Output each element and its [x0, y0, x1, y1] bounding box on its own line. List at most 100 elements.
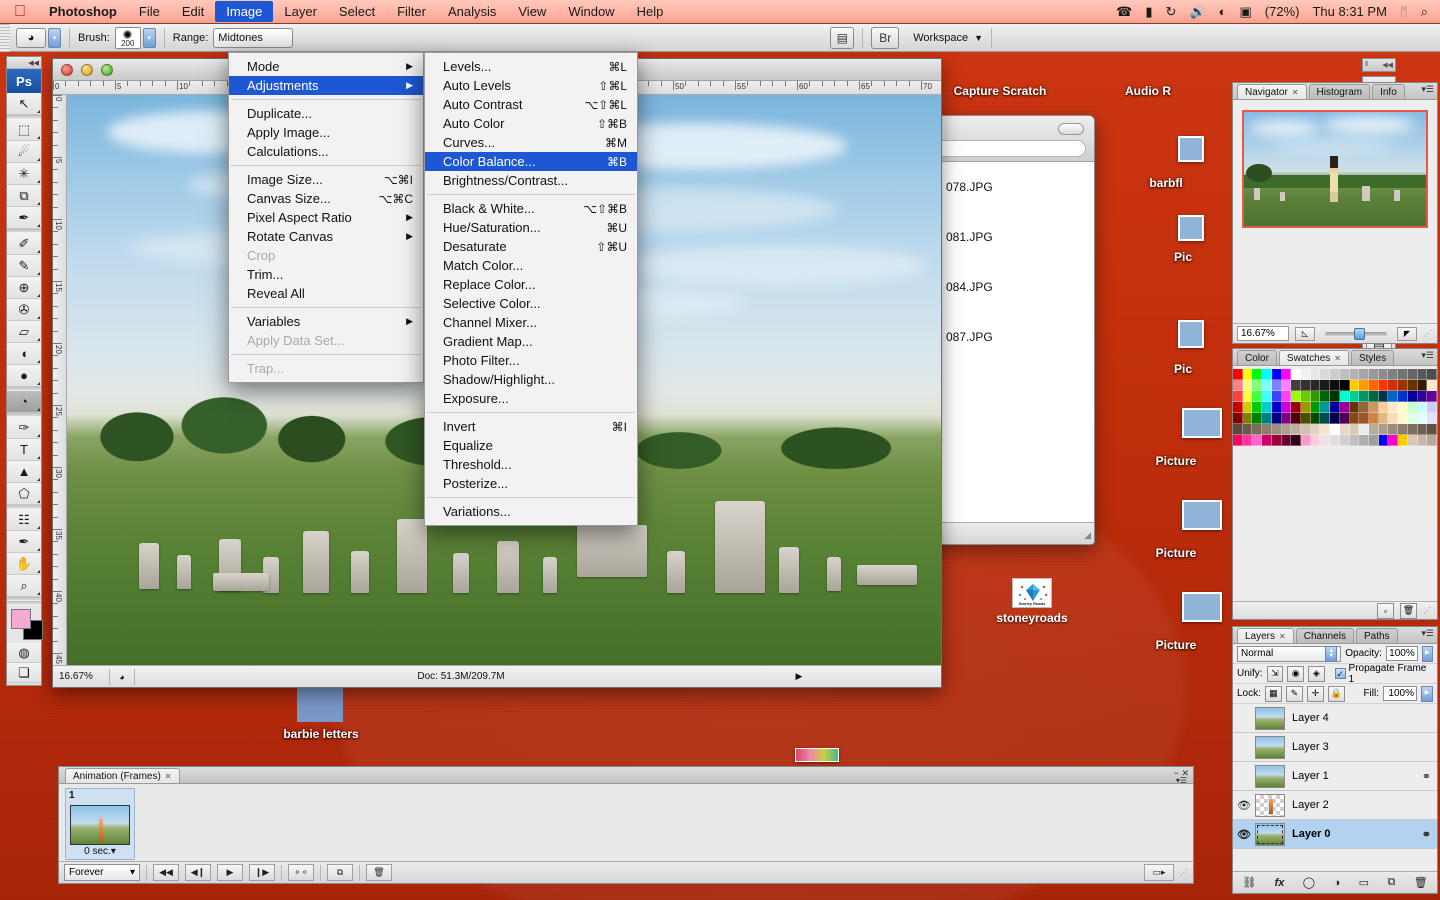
- color-swatch[interactable]: [1378, 391, 1389, 402]
- color-swatch[interactable]: [1320, 380, 1331, 391]
- layers-panel[interactable]: Layers ✕ Channels Paths ▾☰ Normal ▲ ▼ Opa…: [1232, 626, 1438, 894]
- navigator-footer[interactable]: 16.67% ◺ ◤ ⋰: [1233, 323, 1437, 343]
- menubar-item-image[interactable]: Image: [215, 1, 274, 22]
- color-swatch[interactable]: [1271, 402, 1282, 413]
- opacity-stepper[interactable]: ▶: [1421, 645, 1433, 662]
- color-swatch[interactable]: [1398, 402, 1408, 413]
- animation-panel[interactable]: Animation (Frames) ✕ − ✕ ▾☰ 1 0 sec.▾ Fo…: [58, 766, 1194, 884]
- color-swatch[interactable]: [1339, 369, 1350, 380]
- color-swatch[interactable]: [1320, 424, 1331, 435]
- volume-icon[interactable]: 🔊: [1189, 5, 1205, 18]
- dock-collapse-handle[interactable]: ⦀ ◀◀: [1362, 58, 1396, 72]
- color-swatch[interactable]: [1378, 424, 1389, 435]
- color-swatch[interactable]: [1291, 391, 1301, 402]
- color-swatch[interactable]: [1369, 413, 1379, 424]
- color-swatch[interactable]: [1281, 413, 1292, 424]
- color-swatch[interactable]: [1233, 435, 1243, 446]
- color-swatch[interactable]: [1281, 391, 1292, 402]
- color-swatch[interactable]: [1310, 424, 1321, 435]
- phone-icon[interactable]: ☎: [1116, 5, 1132, 18]
- tab-info[interactable]: Info: [1372, 84, 1405, 99]
- color-swatch[interactable]: [1417, 424, 1428, 435]
- new-layer-icon[interactable]: ⧉: [1387, 876, 1395, 889]
- blur-tool-icon[interactable]: ●: [7, 365, 41, 387]
- hand-tool-icon[interactable]: ✋: [7, 553, 41, 575]
- menu-item-variations[interactable]: Variations...: [425, 502, 637, 521]
- menu-item-levels[interactable]: Levels... ⌘L: [425, 57, 637, 76]
- menu-item-calculations[interactable]: Calculations...: [229, 142, 423, 161]
- wifi-icon[interactable]: ◐: [1219, 5, 1227, 18]
- zoom-button[interactable]: [101, 63, 113, 76]
- color-swatch[interactable]: [1262, 391, 1272, 402]
- blend-opacity-row[interactable]: Normal ▲ ▼ Opacity: 100% ▶: [1233, 644, 1437, 664]
- tool-list[interactable]: ↖ ⬚ ☄ ✳ ⧉ ✒ ✐ ✎ ⊕ ✇ ▱ ◖ ● ◔ ✑ T ▲ ⬠ ☷ ✒ ✋ ⌕: [7, 93, 41, 601]
- layer-mask-icon[interactable]: ◯: [1303, 876, 1315, 889]
- menu-item-channel-mixer[interactable]: Channel Mixer...: [425, 313, 637, 332]
- resize-grip-icon[interactable]: ⋰: [1423, 329, 1433, 338]
- animation-footer[interactable]: Forever ▾ ◀◀ ◀❙ ▶ ❙▶ ⚬⚬ ⧉ 🗑 ▭▸ ⋰: [59, 861, 1193, 883]
- menubar-items[interactable]: Photoshop File Edit Image Layer Select Filter A…: [38, 1, 674, 22]
- color-swatch[interactable]: [1291, 435, 1301, 446]
- menu-item-exposure[interactable]: Exposure...: [425, 389, 637, 408]
- color-swatch[interactable]: [1262, 424, 1272, 435]
- color-swatch[interactable]: [1291, 413, 1301, 424]
- paint-bucket-tool-icon[interactable]: ◖: [7, 343, 41, 365]
- color-swatch[interactable]: [1388, 402, 1399, 413]
- fill-stepper[interactable]: ▶: [1421, 685, 1433, 702]
- color-swatch[interactable]: [1310, 369, 1321, 380]
- navigator-thumbnail[interactable]: [1242, 110, 1428, 228]
- menubar-item-layer[interactable]: Layer: [273, 1, 328, 22]
- marquee-tool-icon[interactable]: ⬚: [7, 119, 41, 141]
- navigator-tabs[interactable]: Navigator ✕ Histogram Info ▾☰: [1233, 83, 1437, 100]
- color-swatch[interactable]: [1252, 424, 1263, 435]
- layer-list[interactable]: Layer 4 Layer 3 Layer 1 ⚭ 👁 Layer 2 👁 Layer 0 ⚭: [1233, 704, 1437, 849]
- tab-paths[interactable]: Paths: [1355, 628, 1398, 643]
- options-bar[interactable]: ◕ ▾ Brush: 200 ▾ Range: Midtones Exposur…: [0, 23, 1440, 52]
- menu-item-posterize[interactable]: Posterize...: [425, 474, 637, 493]
- color-swatch[interactable]: [1369, 402, 1379, 413]
- color-swatch[interactable]: [1301, 435, 1311, 446]
- color-swatch[interactable]: [1417, 391, 1428, 402]
- swatches-footer[interactable]: ▫ 🗑 ⋰: [1233, 601, 1437, 619]
- move-tool-icon[interactable]: ↖: [7, 93, 41, 115]
- color-swatch[interactable]: [1301, 424, 1311, 435]
- bridge-icon[interactable]: Br: [871, 26, 900, 49]
- layer-row[interactable]: Layer 3: [1233, 733, 1437, 762]
- color-swatch[interactable]: [1320, 369, 1331, 380]
- unify-position-icon[interactable]: ⇲: [1266, 665, 1284, 682]
- notes-tool-icon[interactable]: ☷: [7, 509, 41, 531]
- menu-item-duplicate[interactable]: Duplicate...: [229, 104, 423, 123]
- close-icon[interactable]: ✕: [1334, 354, 1341, 363]
- unify-visibility-icon[interactable]: ◉: [1287, 665, 1304, 682]
- options-bar-grip[interactable]: [0, 23, 10, 52]
- desktop-icon-barbie-strip[interactable]: [795, 748, 839, 762]
- healing-brush-tool-icon[interactable]: ✐: [7, 233, 41, 255]
- color-swatch[interactable]: [1271, 435, 1282, 446]
- color-swatch[interactable]: [1407, 424, 1418, 435]
- menu-item-photo-filter[interactable]: Photo Filter...: [425, 351, 637, 370]
- color-swatch[interactable]: [1417, 369, 1428, 380]
- palette-toggle-icon[interactable]: ▤: [830, 26, 855, 49]
- lasso-tool-icon[interactable]: ☄: [7, 141, 41, 163]
- tab-styles[interactable]: Styles: [1350, 350, 1395, 365]
- color-swatch[interactable]: [1427, 435, 1437, 446]
- fill-field[interactable]: 100%: [1383, 686, 1417, 701]
- color-swatch[interactable]: [1330, 380, 1340, 391]
- color-swatch[interactable]: [1252, 380, 1263, 391]
- color-swatch[interactable]: [1330, 413, 1340, 424]
- color-swatch[interactable]: [1242, 413, 1253, 424]
- color-swatch[interactable]: [1369, 380, 1379, 391]
- layer-row[interactable]: 👁 Layer 0 ⚭: [1233, 820, 1437, 849]
- panel-menu-icon[interactable]: ▾☰: [1421, 85, 1434, 94]
- blend-mode-select[interactable]: Normal ▲ ▼: [1237, 645, 1342, 662]
- macos-menubar[interactable]:  PhotoshopFileEditImageLayerSelectFilte…: [0, 0, 1440, 24]
- color-swatch[interactable]: [1339, 380, 1350, 391]
- menubar-status-items[interactable]: ☎ ▮ ↻ 🔊 ◐ ▣ (72%) Thu 8:31 PM ᛗ ⌕: [1116, 4, 1440, 19]
- menubar-item-view[interactable]: View: [507, 1, 557, 22]
- vertical-ruler[interactable]: 0 5 10 15 20 25 30 35 40 45: [53, 95, 67, 665]
- color-swatch[interactable]: [1310, 413, 1321, 424]
- color-swatch[interactable]: [1388, 413, 1399, 424]
- color-swatch[interactable]: [1330, 402, 1340, 413]
- menubar-item-edit[interactable]: Edit: [171, 1, 215, 22]
- tab-layers[interactable]: Layers ✕: [1237, 628, 1294, 643]
